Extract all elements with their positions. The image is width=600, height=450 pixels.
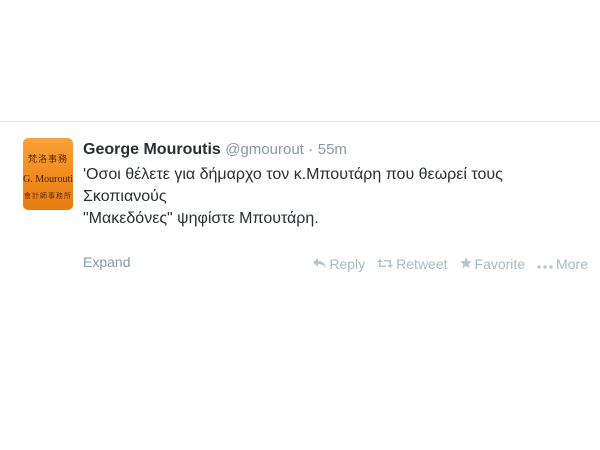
retweet-label: Retweet bbox=[396, 256, 448, 272]
expand-link[interactable]: Expand bbox=[83, 254, 130, 270]
star-icon bbox=[459, 256, 472, 272]
separator-dot: · bbox=[308, 141, 314, 158]
username[interactable]: @gmourout bbox=[225, 141, 304, 158]
tweet-actions: Reply Retweet Favorite More bbox=[313, 256, 588, 272]
retweet-icon bbox=[377, 257, 394, 272]
avatar[interactable]: 梵洛事務 G. Mouroutis 會計師事務所 bbox=[23, 138, 73, 210]
reply-icon bbox=[313, 257, 327, 272]
avatar-name-text: G. Mouroutis bbox=[23, 174, 73, 185]
favorite-label: Favorite bbox=[474, 256, 526, 272]
retweet-button[interactable]: Retweet bbox=[377, 256, 448, 272]
tweet-text-line-2: "Μακεδόνες" ψηφίστε Μπουτάρη. bbox=[83, 210, 319, 227]
more-label: More bbox=[556, 256, 588, 272]
tweet-card[interactable]: 梵洛事務 G. Mouroutis 會計師事務所 George Mourouti… bbox=[0, 122, 600, 322]
avatar-top-text: 梵洛事務 bbox=[27, 155, 68, 165]
tweet-text-line-1: 'Οσοι θέλετε για δήμαρχο τον κ.Μπουτάρη … bbox=[83, 166, 503, 205]
tweet-header: George Mouroutis @gmourout · 55m bbox=[83, 140, 347, 160]
tweet-text: 'Οσοι θέλετε για δήμαρχο τον κ.Μπουτάρη … bbox=[83, 164, 583, 230]
reply-label: Reply bbox=[329, 256, 366, 272]
more-button[interactable]: More bbox=[537, 256, 588, 272]
reply-button[interactable]: Reply bbox=[313, 256, 365, 272]
fullname[interactable]: George Mouroutis bbox=[83, 141, 221, 158]
avatar-bottom-text: 會計師事務所 bbox=[24, 192, 72, 200]
favorite-button[interactable]: Favorite bbox=[459, 256, 526, 272]
timestamp[interactable]: 55m bbox=[318, 141, 347, 158]
more-icon bbox=[537, 257, 553, 272]
